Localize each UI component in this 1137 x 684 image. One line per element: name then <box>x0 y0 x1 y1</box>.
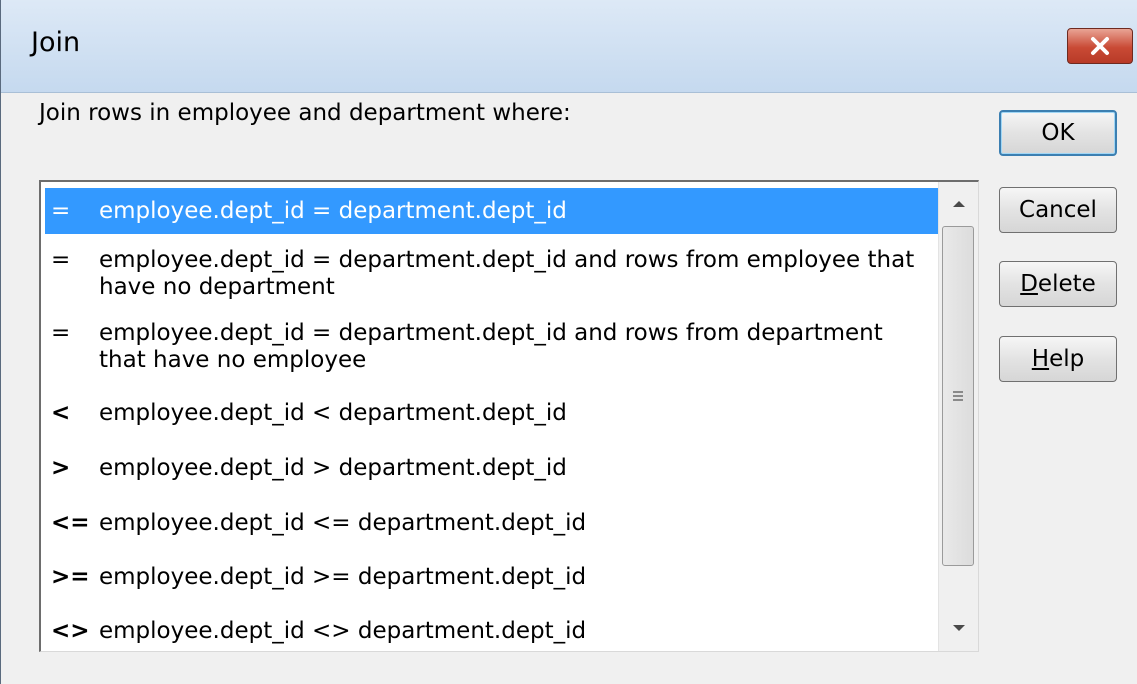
join-condition-list[interactable]: = employee.dept_id = department.dept_id … <box>39 180 979 652</box>
join-dialog: Join Join rows in employee and departmen… <box>0 0 1137 684</box>
operator-label: = <box>51 198 71 224</box>
list-item[interactable]: < employee.dept_id < department.dept_id <box>45 390 938 436</box>
condition-label: employee.dept_id <= department.dept_id <box>99 510 587 536</box>
instruction-label: Join rows in employee and department whe… <box>39 100 571 126</box>
condition-label: employee.dept_id < department.dept_id <box>99 400 567 426</box>
delete-mnemonic: D <box>1020 271 1038 297</box>
list-item[interactable]: = employee.dept_id = department.dept_id <box>45 188 938 234</box>
close-button[interactable] <box>1067 28 1133 64</box>
condition-label: employee.dept_id >= department.dept_id <box>99 564 587 590</box>
operator-label: <> <box>51 618 90 644</box>
operator-label: < <box>51 400 71 426</box>
help-button[interactable]: Help <box>999 336 1117 382</box>
list-item[interactable]: >= employee.dept_id >= department.dept_i… <box>45 554 938 600</box>
scrollbar-thumb[interactable] <box>942 226 974 566</box>
close-icon <box>1091 37 1109 55</box>
grip-icon <box>953 391 963 401</box>
operator-label: <= <box>51 510 90 536</box>
join-condition-items: = employee.dept_id = department.dept_id … <box>41 182 938 651</box>
scroll-down-button[interactable] <box>939 608 978 648</box>
condition-label: employee.dept_id > department.dept_id <box>99 455 567 481</box>
delete-button[interactable]: Delete <box>999 261 1117 307</box>
help-rest: elp <box>1049 346 1085 372</box>
title-bar: Join <box>1 0 1137 93</box>
help-mnemonic: H <box>1031 346 1050 372</box>
scroll-up-button[interactable] <box>939 184 978 224</box>
list-item[interactable]: = employee.dept_id = department.dept_id … <box>45 237 938 303</box>
ok-button[interactable]: OK <box>999 110 1117 156</box>
list-item[interactable]: = employee.dept_id = department.dept_id … <box>45 310 938 376</box>
operator-label: > <box>51 455 71 481</box>
dialog-title: Join <box>31 27 81 58</box>
operator-label: >= <box>51 564 90 590</box>
condition-label: employee.dept_id <> department.dept_id <box>99 618 587 644</box>
condition-label: employee.dept_id = department.dept_id <box>99 198 567 224</box>
list-item[interactable]: <= employee.dept_id <= department.dept_i… <box>45 500 938 546</box>
condition-label: employee.dept_id = department.dept_id an… <box>99 247 915 300</box>
chevron-up-icon <box>953 201 965 207</box>
condition-label: employee.dept_id = department.dept_id an… <box>99 320 883 373</box>
vertical-scrollbar[interactable] <box>938 182 978 651</box>
list-item[interactable]: <> employee.dept_id <> department.dept_i… <box>45 608 938 651</box>
operator-label: = <box>51 247 71 273</box>
delete-rest: elete <box>1037 271 1096 297</box>
chevron-down-icon <box>953 625 965 631</box>
cancel-button[interactable]: Cancel <box>999 187 1117 233</box>
operator-label: = <box>51 320 71 346</box>
list-item[interactable]: > employee.dept_id > department.dept_id <box>45 445 938 491</box>
